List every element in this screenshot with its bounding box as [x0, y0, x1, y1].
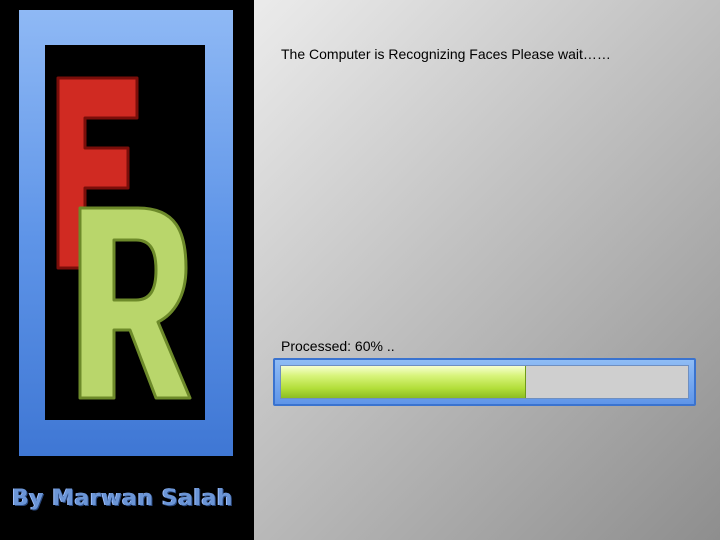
logo-panel: By Marwan Salah — [0, 0, 254, 540]
progress-fill — [281, 366, 527, 398]
fr-logo — [56, 76, 192, 400]
logo-letter-r — [78, 206, 192, 400]
progress-bar — [273, 358, 696, 406]
progress-track — [280, 365, 689, 399]
status-message: The Computer is Recognizing Faces Please… — [281, 46, 611, 62]
progress-label: Processed: 60% .. — [281, 338, 395, 354]
author-credit: By Marwan Salah — [12, 486, 234, 511]
